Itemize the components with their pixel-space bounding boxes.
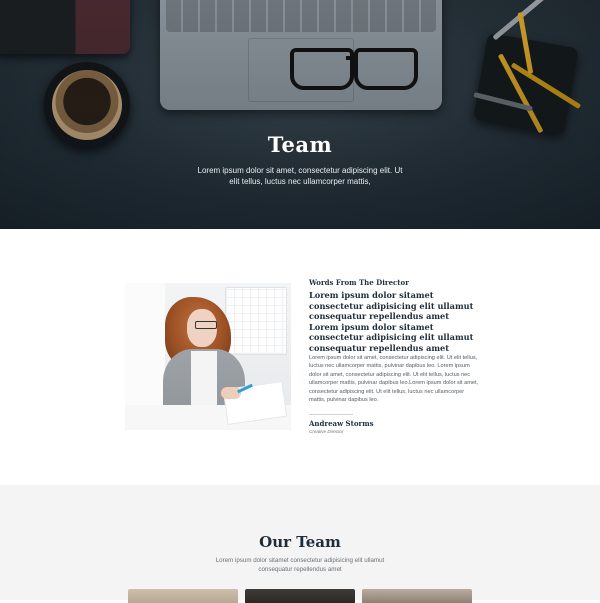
coffee-image <box>52 70 122 140</box>
director-role: Creative Director <box>309 429 344 434</box>
signature-divider <box>309 414 353 415</box>
keyboard-image <box>166 0 436 32</box>
director-photo <box>125 283 291 430</box>
whiteboard-background <box>225 287 287 355</box>
team-subtitle: Lorem ipsum dolor sitamet consectetur ad… <box>215 557 385 573</box>
director-eyebrow: Words From The Director <box>309 278 409 287</box>
wallet-image <box>0 0 130 54</box>
left-lens <box>290 48 354 90</box>
director-body: Lorem ipsum dolor sit amet, consectetur … <box>309 355 479 404</box>
director-section <box>0 229 600 485</box>
person-glasses <box>195 321 217 329</box>
team-title: Our Team <box>259 533 341 551</box>
director-quote: Lorem ipsum dolor sitamet consectetur ad… <box>309 290 474 353</box>
hero-banner: Team Lorem ipsum dolor sit amet, consect… <box>0 0 600 229</box>
page-title: Team <box>267 132 333 158</box>
team-member-card[interactable] <box>362 589 472 603</box>
team-member-card[interactable] <box>245 589 355 603</box>
director-name: Andreaw Storms <box>309 419 374 428</box>
eyeglasses-image <box>286 42 418 90</box>
right-lens <box>354 48 418 90</box>
team-member-card[interactable] <box>128 589 238 603</box>
hero-subtitle: Lorem ipsum dolor sit amet, consectetur … <box>197 166 403 186</box>
